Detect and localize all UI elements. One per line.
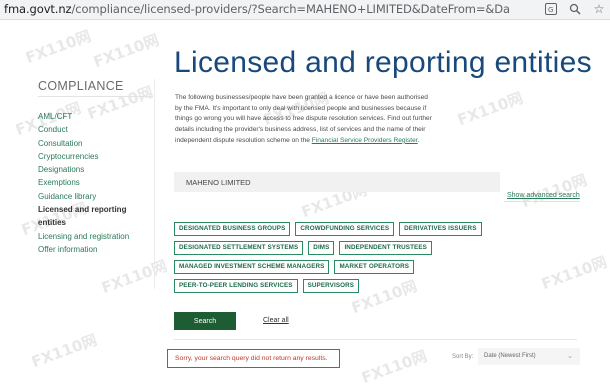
filter-market-operators[interactable]: MARKET OPERATORS <box>334 260 415 274</box>
watermark: FX110网 <box>29 330 100 372</box>
fsp-register-link[interactable]: Financial Service Providers Register <box>312 137 418 144</box>
url-text[interactable]: fma.govt.nz/compliance/licensed-provider… <box>4 2 509 16</box>
translate-icon[interactable]: G <box>544 2 558 16</box>
sort-label: Sort By: <box>452 354 474 360</box>
sort-select-value: Date (Newest First) <box>484 353 536 359</box>
filter-managed-investment-scheme-managers[interactable]: MANAGED INVESTMENT SCHEME MANAGERS <box>174 260 330 274</box>
sidebar-item-cryptocurrencies[interactable]: Cryptocurrencies <box>38 150 156 163</box>
filter-crowdfunding-services[interactable]: CROWDFUNDING SERVICES <box>295 222 395 236</box>
advanced-search-link[interactable]: Show advanced search <box>507 192 580 199</box>
sidebar-heading: COMPLIANCE <box>38 79 124 93</box>
sort-select[interactable]: Date (Newest First) ⌄ <box>478 348 580 365</box>
no-results-message: Sorry, your search query did not return … <box>167 349 340 368</box>
sidebar-item-designations[interactable]: Designations <box>38 163 156 176</box>
sidebar-nav: AML/CFT Conduct Consultation Cryptocurre… <box>38 110 156 256</box>
watermark: FX110网 <box>539 252 610 294</box>
results-divider <box>174 339 577 340</box>
filter-designated-business-groups[interactable]: DESIGNATED BUSINESS GROUPS <box>174 222 291 236</box>
star-icon[interactable]: ☆ <box>592 2 606 16</box>
sidebar-item-licensing-registration[interactable]: Licensing and registration <box>38 230 156 243</box>
sidebar-item-conduct[interactable]: Conduct <box>38 123 156 136</box>
intro-suffix: . <box>417 136 420 144</box>
advanced-search-divider <box>504 201 580 202</box>
filter-derivatives-issuers[interactable]: DERIVATIVES ISSUERS <box>399 222 482 236</box>
clear-all-link[interactable]: Clear all <box>263 317 289 324</box>
sidebar-item-consultation[interactable]: Consultation <box>38 137 156 150</box>
svg-text:G: G <box>548 6 553 14</box>
filter-tags: DESIGNATED BUSINESS GROUPS CROWDFUNDING … <box>174 222 519 293</box>
search-button[interactable]: Search <box>174 312 236 330</box>
intro-paragraph: The following businesses/people have bee… <box>175 93 433 147</box>
watermark: FX110网 <box>91 30 162 72</box>
sidebar-item-guidance-library[interactable]: Guidance library <box>38 190 156 203</box>
chevron-down-icon: ⌄ <box>567 353 573 360</box>
filter-designated-settlement-systems[interactable]: DESIGNATED SETTLEMENT SYSTEMS <box>174 241 304 255</box>
sidebar-item-offer-information[interactable]: Offer information <box>38 243 156 256</box>
watermark: FX110网 <box>99 256 170 298</box>
watermark: FX110网 <box>23 26 94 68</box>
filter-supervisors[interactable]: SUPERVISORS <box>302 279 360 293</box>
sidebar-item-aml-cft[interactable]: AML/CFT <box>38 110 156 123</box>
browser-address-bar[interactable]: fma.govt.nz/compliance/licensed-provider… <box>0 0 610 20</box>
sidebar-item-exemptions[interactable]: Exemptions <box>38 176 156 189</box>
filter-independent-trustees[interactable]: INDEPENDENT TRUSTEES <box>339 241 432 255</box>
sidebar-divider <box>38 96 151 97</box>
zoom-icon[interactable] <box>568 2 582 16</box>
page-title: Licensed and reporting entities <box>174 46 592 80</box>
watermark: FX110网 <box>519 170 590 212</box>
filter-dims[interactable]: DIMS <box>308 241 335 255</box>
filter-peer-to-peer-lending-services[interactable]: PEER-TO-PEER LENDING SERVICES <box>174 279 298 293</box>
sidebar-item-licensed-entities[interactable]: Licensed and reporting entities <box>38 203 156 230</box>
watermark: FX110网 <box>455 88 526 130</box>
watermark: FX110网 <box>359 346 430 388</box>
search-input[interactable] <box>174 172 500 192</box>
